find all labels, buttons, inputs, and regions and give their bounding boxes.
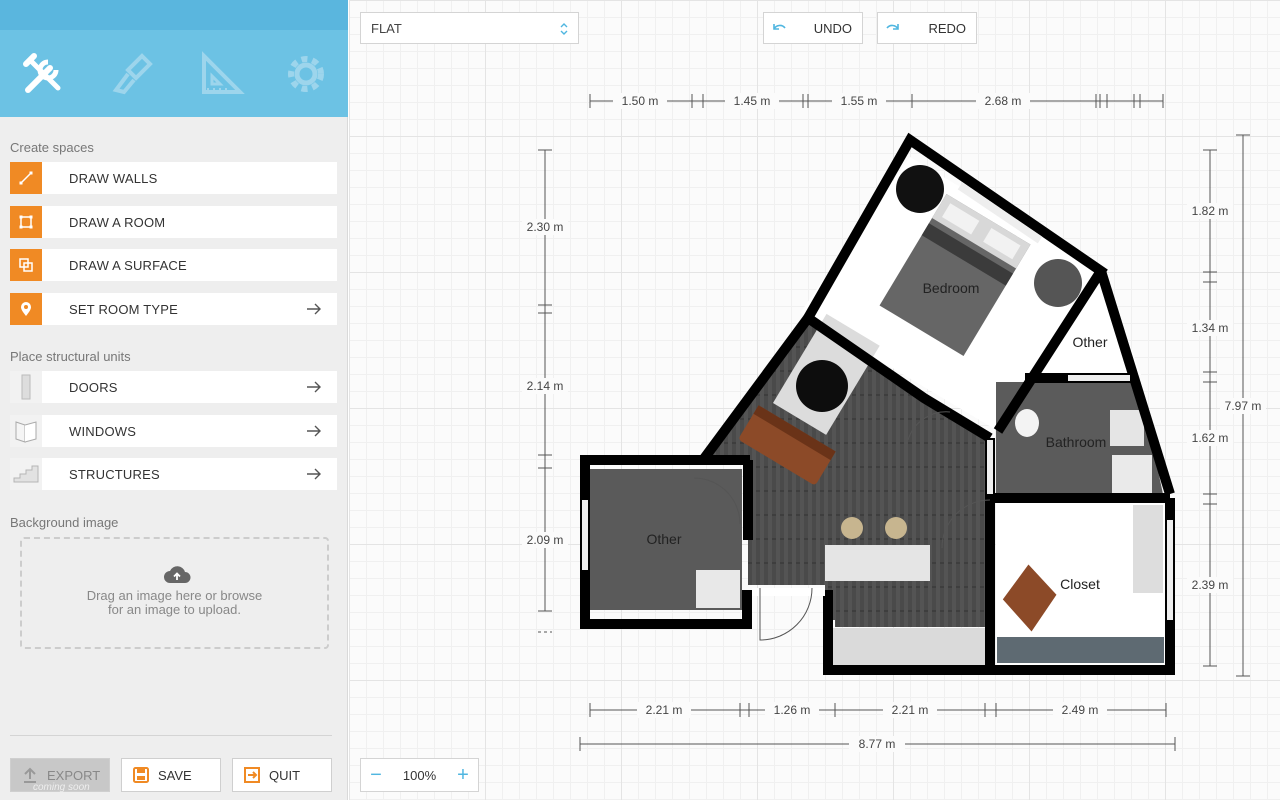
zoom-out-button[interactable]: − [361, 759, 391, 791]
zoom-in-button[interactable]: + [448, 759, 478, 791]
level-select-value: FLAT [371, 20, 402, 36]
nightstand-left[interactable] [896, 165, 944, 213]
dim-left-2: 2.14 m [527, 379, 564, 393]
dim-right-4: 2.39 m [1192, 578, 1229, 592]
level-select[interactable]: FLAT [360, 12, 579, 44]
zoom-control: − 100% + [360, 758, 479, 792]
dim-top-2: 1.45 m [734, 94, 771, 108]
bar-stool-1[interactable] [841, 517, 863, 539]
dim-top-4: 2.68 m [985, 94, 1022, 108]
undo-button[interactable]: UNDO [763, 12, 863, 44]
bedroom-armchair[interactable] [1034, 259, 1082, 307]
dim-bottom-1: 2.21 m [646, 703, 683, 717]
redo-arrow-icon [886, 24, 899, 30]
dim-right-2: 1.34 m [1192, 321, 1229, 335]
room-label-other-left: Other [646, 531, 681, 547]
room-label-other-triangle: Other [1072, 334, 1107, 350]
dim-bottom-3: 2.21 m [892, 703, 929, 717]
select-chevron-icon [560, 23, 568, 35]
room-label-bedroom: Bedroom [923, 280, 980, 296]
dim-right-total: 7.97 m [1225, 399, 1262, 413]
closet-bench[interactable] [997, 637, 1164, 663]
bathroom-cabinet[interactable] [1112, 455, 1152, 493]
dim-bottom-total: 8.77 m [859, 737, 896, 751]
undo-label: UNDO [813, 20, 852, 36]
dim-bottom-4: 2.49 m [1062, 703, 1099, 717]
redo-label: REDO [928, 20, 966, 36]
dim-left-3: 2.09 m [527, 533, 564, 547]
dim-right-3: 1.62 m [1192, 431, 1229, 445]
dim-left-1: 2.30 m [527, 220, 564, 234]
bathroom-sink[interactable] [1110, 410, 1144, 446]
round-coffee-table[interactable] [796, 360, 848, 412]
kitchen-counter[interactable] [831, 628, 991, 666]
dim-right-1: 1.82 m [1192, 204, 1229, 218]
bar-stool-2[interactable] [885, 517, 907, 539]
zoom-level: 100% [402, 767, 437, 783]
closet-shelf[interactable] [1133, 505, 1163, 593]
dim-top-1: 1.50 m [622, 94, 659, 108]
dim-top-3: 1.55 m [841, 94, 878, 108]
side-cabinet[interactable] [696, 570, 740, 608]
room-label-closet: Closet [1060, 576, 1100, 592]
toilet[interactable] [1015, 409, 1039, 437]
kitchen-island[interactable] [825, 545, 930, 581]
room-label-bathroom: Bathroom [1046, 434, 1107, 450]
undo-arrow-icon [773, 24, 786, 30]
dim-bottom-2: 1.26 m [774, 703, 811, 717]
entry-door-gap[interactable] [752, 588, 825, 596]
floor-plan-drawing[interactable]: Bedroom Other Bathroom Other Closet 1.50… [0, 0, 1280, 800]
redo-button[interactable]: REDO [877, 12, 977, 44]
